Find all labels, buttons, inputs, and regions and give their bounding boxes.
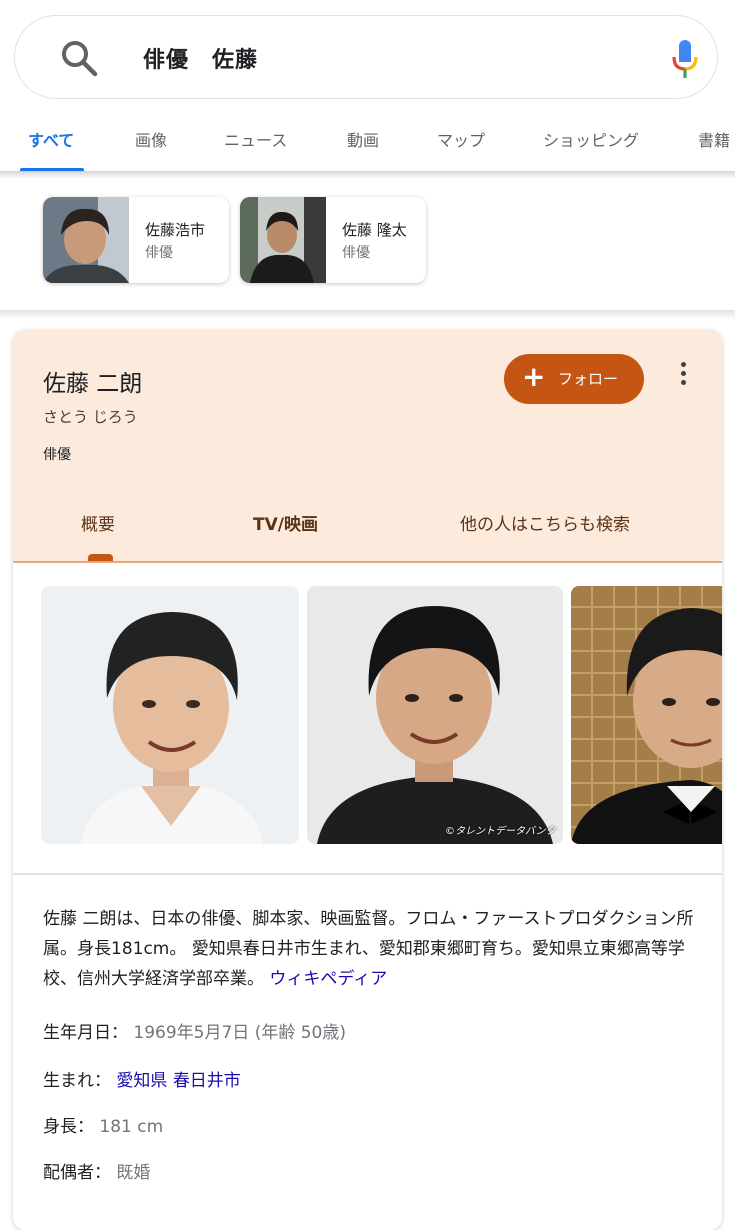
photo-2[interactable]: ©タレントデータバンク bbox=[307, 586, 563, 844]
tab-books[interactable]: 書籍 bbox=[698, 127, 730, 151]
photo-watermark: ©タレントデータバンク bbox=[445, 826, 556, 837]
wikipedia-link[interactable]: ウィキペディア bbox=[269, 969, 387, 989]
photo-1[interactable] bbox=[41, 586, 299, 844]
photo-3[interactable] bbox=[571, 586, 722, 844]
related-person-role: 俳優 bbox=[145, 245, 173, 261]
photo-strip: ©タレントデータバンク bbox=[13, 586, 722, 846]
panel-tab-tv-movies[interactable]: TV/映画 bbox=[253, 510, 318, 535]
section-divider bbox=[0, 310, 735, 320]
related-person-role: 俳優 bbox=[342, 245, 370, 261]
tab-shopping[interactable]: ショッピング bbox=[543, 127, 639, 151]
tab-videos[interactable]: 動画 bbox=[347, 127, 379, 151]
search-bar[interactable]: 俳優 佐藤 bbox=[14, 15, 718, 99]
fact-birth-date: 生年月日： 1969年5月7日 (年齢 50歳) bbox=[43, 1018, 346, 1043]
related-person-chip[interactable]: 佐藤 隆太 俳優 bbox=[240, 197, 426, 283]
follow-button-label: フォロー bbox=[558, 370, 619, 388]
tab-news[interactable]: ニュース bbox=[224, 127, 287, 151]
photos-divider bbox=[13, 873, 722, 875]
fact-value: 1969年5月7日 (年齢 50歳) bbox=[133, 1023, 347, 1043]
follow-button[interactable]: + フォロー bbox=[504, 354, 644, 404]
fact-height: 身長： 181 cm bbox=[43, 1112, 163, 1137]
entity-type: 俳優 bbox=[43, 447, 71, 463]
related-person-name: 佐藤 隆太 bbox=[342, 221, 407, 239]
search-query[interactable]: 俳優 佐藤 bbox=[143, 42, 258, 74]
knowledge-panel: 佐藤 二朗 さとう じろう 俳優 + フォロー 概要 TV/映画 他の人はこちら… bbox=[13, 330, 722, 1230]
search-tabs: すべて 画像 ニュース 動画 マップ ショッピング 書籍 bbox=[0, 110, 735, 172]
entity-name: 佐藤 二朗 bbox=[43, 371, 143, 397]
related-person-name: 佐藤浩市 bbox=[145, 221, 206, 239]
person-photo bbox=[240, 197, 326, 283]
knowledge-panel-header: 佐藤 二朗 さとう じろう 俳優 + フォロー 概要 TV/映画 他の人はこちら… bbox=[13, 330, 722, 563]
fact-label: 生年月日： bbox=[43, 1023, 128, 1043]
fact-label: 生まれ： bbox=[43, 1071, 111, 1091]
birthplace-city-link[interactable]: 春日井市 bbox=[173, 1071, 241, 1091]
fact-spouse: 配偶者： 既婚 bbox=[43, 1158, 150, 1183]
fact-label: 身長： bbox=[43, 1117, 94, 1137]
fact-label: 配偶者： bbox=[43, 1163, 111, 1183]
fact-value: 181 cm bbox=[99, 1117, 164, 1137]
entity-description: 佐藤 二朗は、日本の俳優、脚本家、映画監督。フロム・ファーストプロダクション所属… bbox=[43, 904, 703, 994]
tab-all[interactable]: すべて bbox=[28, 127, 74, 151]
entity-reading: さとう じろう bbox=[43, 408, 138, 426]
search-icon[interactable] bbox=[59, 38, 99, 78]
tab-images[interactable]: 画像 bbox=[135, 127, 167, 151]
fact-birthplace: 生まれ： 愛知県 春日井市 bbox=[43, 1066, 241, 1091]
panel-tab-people-also-search[interactable]: 他の人はこちらも検索 bbox=[460, 510, 630, 535]
mic-icon[interactable] bbox=[668, 38, 702, 80]
person-image bbox=[41, 586, 299, 844]
plus-icon: + bbox=[522, 360, 546, 393]
person-image bbox=[571, 586, 722, 844]
panel-tab-overview[interactable]: 概要 bbox=[81, 510, 115, 535]
person-image bbox=[307, 586, 563, 844]
person-photo bbox=[43, 197, 129, 283]
tab-maps[interactable]: マップ bbox=[437, 127, 485, 151]
more-options-icon[interactable] bbox=[673, 362, 693, 392]
fact-value: 既婚 bbox=[116, 1163, 151, 1183]
panel-header-border bbox=[13, 561, 722, 563]
tabs-divider bbox=[0, 171, 735, 179]
related-person-chip[interactable]: 佐藤浩市 俳優 bbox=[43, 197, 229, 283]
birthplace-prefecture-link[interactable]: 愛知県 bbox=[116, 1071, 167, 1091]
